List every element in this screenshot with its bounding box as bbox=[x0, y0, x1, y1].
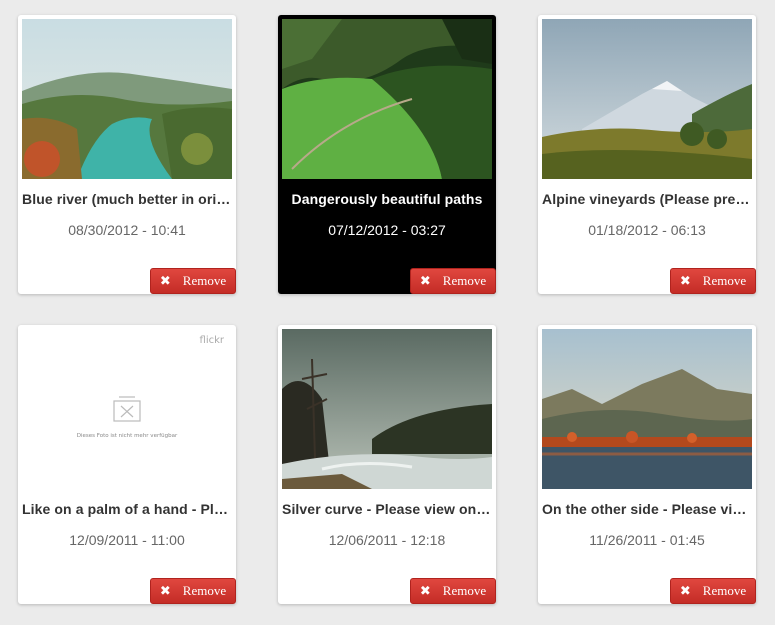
remove-button-label: Remove bbox=[182, 273, 227, 288]
remove-button-label: Remove bbox=[702, 273, 747, 288]
photo-card-selected[interactable]: Dangerously beautiful paths 07/12/2012 -… bbox=[278, 15, 496, 294]
close-icon: ✖ bbox=[419, 273, 431, 289]
remove-button-label: Remove bbox=[442, 583, 487, 598]
close-icon: ✖ bbox=[679, 583, 691, 599]
photo-title: Blue river (much better in original size… bbox=[22, 191, 232, 207]
photo-card[interactable]: flickr Dieses Foto ist nicht mehr verfüg… bbox=[18, 325, 236, 604]
photo-date: 07/12/2012 - 03:27 bbox=[328, 222, 446, 238]
photo-date: 08/30/2012 - 10:41 bbox=[68, 222, 186, 238]
photo-thumbnail[interactable] bbox=[22, 19, 232, 179]
remove-button[interactable]: ✖ Remove bbox=[410, 578, 496, 604]
close-icon: ✖ bbox=[419, 583, 431, 599]
remove-button-label: Remove bbox=[182, 583, 227, 598]
photo-date: 12/09/2011 - 11:00 bbox=[69, 532, 185, 548]
photo-card[interactable]: Blue river (much better in original size… bbox=[18, 15, 236, 294]
photo-title: Alpine vineyards (Please press L for a b… bbox=[542, 191, 752, 207]
broken-image-icon bbox=[113, 396, 141, 422]
remove-button[interactable]: ✖ Remove bbox=[670, 578, 756, 604]
photo-card[interactable]: On the other side - Please view on black… bbox=[538, 325, 756, 604]
photo-title: Like on a palm of a hand - Please view o… bbox=[22, 501, 232, 517]
close-icon: ✖ bbox=[159, 583, 171, 599]
photo-card[interactable]: Alpine vineyards (Please press L for a b… bbox=[538, 15, 756, 294]
remove-button[interactable]: ✖ Remove bbox=[150, 268, 236, 294]
photo-date: 12/06/2011 - 12:18 bbox=[328, 532, 446, 548]
photo-unavailable-placeholder[interactable]: flickr Dieses Foto ist nicht mehr verfüg… bbox=[22, 329, 232, 489]
photo-thumbnail[interactable] bbox=[542, 329, 752, 489]
remove-button-label: Remove bbox=[702, 583, 747, 598]
photo-date: 11/26/2011 - 01:45 bbox=[589, 532, 705, 548]
remove-button-label: Remove bbox=[442, 273, 487, 288]
photo-thumbnail[interactable] bbox=[282, 19, 492, 179]
photo-title: On the other side - Please view on black bbox=[542, 501, 752, 517]
close-icon: ✖ bbox=[159, 273, 171, 289]
photo-title: Silver curve - Please view on black bbox=[282, 501, 492, 517]
photo-date: 01/18/2012 - 06:13 bbox=[588, 222, 706, 238]
remove-button[interactable]: ✖ Remove bbox=[150, 578, 236, 604]
remove-button[interactable]: ✖ Remove bbox=[670, 268, 756, 294]
photo-card[interactable]: Silver curve - Please view on black 12/0… bbox=[278, 325, 496, 604]
photo-thumbnail[interactable] bbox=[282, 329, 492, 489]
photo-thumbnail[interactable] bbox=[542, 19, 752, 179]
close-icon: ✖ bbox=[679, 273, 691, 289]
photo-title: Dangerously beautiful paths bbox=[291, 191, 483, 207]
unavailable-message: Dieses Foto ist nicht mehr verfügbar bbox=[76, 433, 178, 439]
remove-button[interactable]: ✖ Remove bbox=[410, 268, 496, 294]
